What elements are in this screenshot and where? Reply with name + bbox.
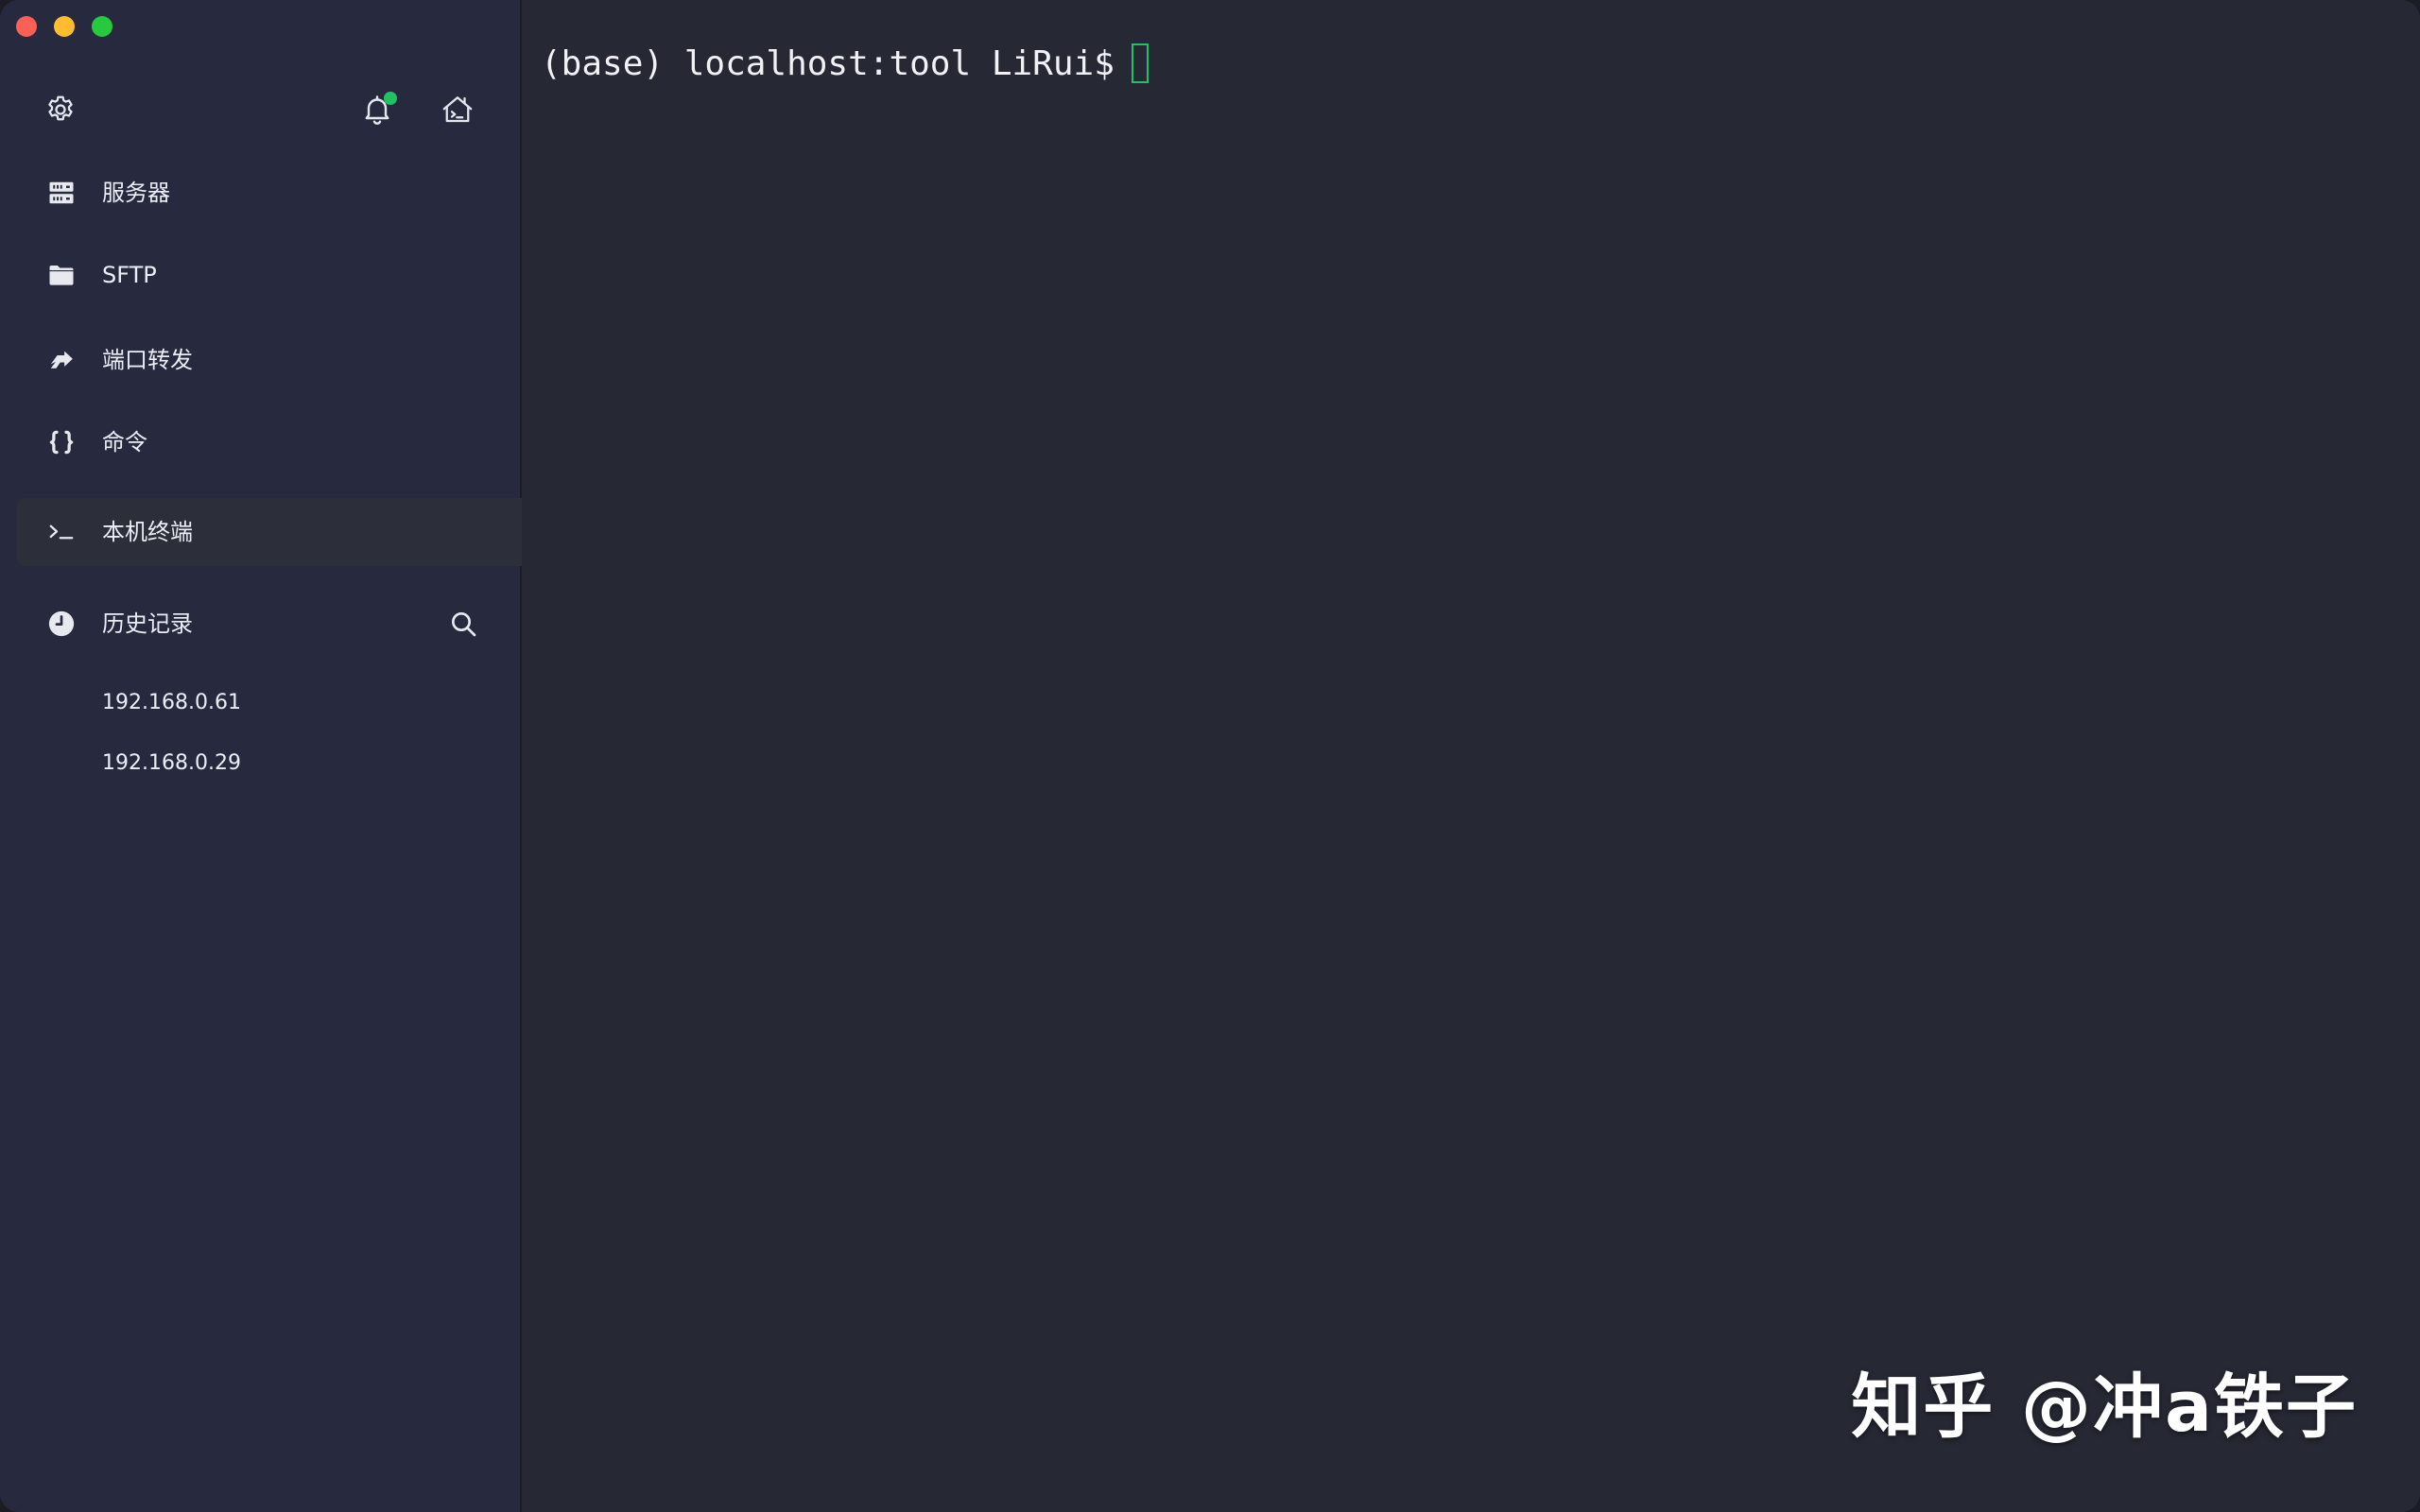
- sidebar-item-commands[interactable]: 命令: [17, 408, 522, 476]
- sidebar-item-label: 命令: [102, 429, 147, 455]
- sidebar-item-servers[interactable]: 服务器: [17, 159, 522, 227]
- terminal-prompt-icon: [47, 518, 76, 546]
- sidebar-item-label: SFTP: [102, 262, 157, 288]
- app-window: 服务器 SFTP 端口转发 命令 本机终端 历史记录 192.168.0.61 …: [0, 0, 2420, 1512]
- search-icon[interactable]: [448, 609, 478, 639]
- terminal-prompt-line: (base) localhost:tool LiRui$: [541, 42, 1149, 87]
- sidebar-item-label: 服务器: [102, 180, 170, 206]
- sidebar-item-port-forwarding[interactable]: 端口转发: [17, 326, 522, 394]
- sidebar-item-sftp[interactable]: SFTP: [17, 241, 522, 309]
- home-terminal-icon[interactable]: [441, 93, 475, 127]
- zoom-window-button[interactable]: [92, 16, 112, 37]
- terminal-prompt: (base) localhost:tool LiRui$: [541, 44, 1115, 83]
- notification-badge: [384, 92, 397, 105]
- gear-icon[interactable]: [43, 93, 78, 127]
- terminal-pane[interactable]: (base) localhost:tool LiRui$: [522, 0, 2420, 1512]
- sidebar-item-label: 端口转发: [102, 347, 193, 373]
- braces-icon: [47, 428, 76, 456]
- history-entry[interactable]: 192.168.0.61: [102, 688, 241, 718]
- close-window-button[interactable]: [16, 16, 37, 37]
- terminal-cursor: [1131, 43, 1149, 83]
- sidebar-item-label: 历史记录: [102, 610, 193, 637]
- server-icon: [47, 179, 76, 207]
- sidebar-item-local-terminal[interactable]: 本机终端: [17, 498, 522, 566]
- sidebar-item-history[interactable]: 历史记录: [17, 590, 522, 658]
- bell-icon[interactable]: [360, 92, 397, 127]
- sidebar-item-label: 本机终端: [102, 519, 193, 545]
- port-forward-icon: [47, 346, 76, 374]
- history-entry[interactable]: 192.168.0.29: [102, 748, 241, 779]
- minimize-window-button[interactable]: [54, 16, 75, 37]
- sidebar: 服务器 SFTP 端口转发 命令 本机终端 历史记录 192.168.0.61 …: [0, 0, 522, 1512]
- clock-icon: [47, 610, 76, 638]
- watermark: 知乎 @冲a铁子: [1851, 1366, 2358, 1448]
- folder-icon: [47, 261, 76, 289]
